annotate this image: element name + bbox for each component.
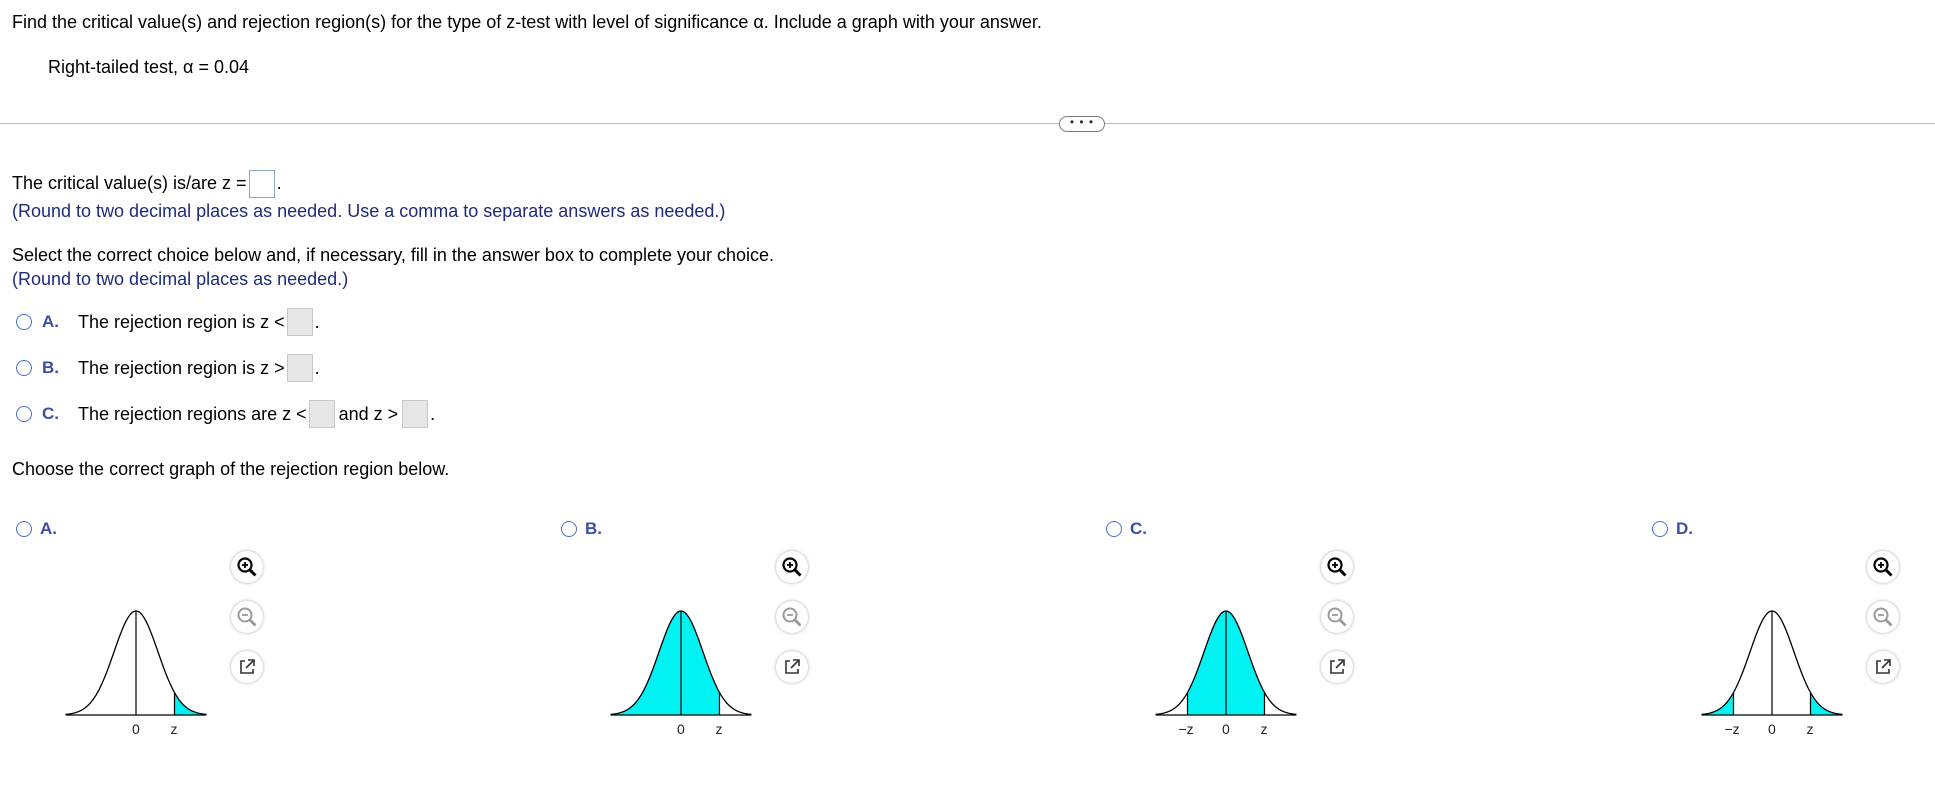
popout-icon [1873,657,1893,677]
graph-letter: B. [585,519,602,538]
graph-option-c[interactable]: C. [1106,519,1147,539]
axis-label: z [715,721,723,737]
rejection-region-shading [1701,692,1734,715]
choice-text-a: The rejection region is z < [78,311,285,332]
question-prompt: Find the critical value(s) and rejection… [12,12,1042,32]
zoom-in-button[interactable] [1867,551,1899,583]
graph-radio-d[interactable] [1652,521,1668,537]
popout-button[interactable] [1321,651,1353,683]
popout-icon [782,657,802,677]
rejection-region-shading [174,692,207,715]
zoom-in-icon [1872,556,1894,578]
axis-label: z [1260,721,1268,737]
axis-label: −z [1724,721,1740,737]
popout-icon [1327,657,1347,677]
rejection-region-shading [610,611,720,715]
critical-value-row: The critical value(s) is/are z =. [12,170,282,198]
normal-curve-graph-d [1701,610,1843,716]
graph-option-b[interactable]: B. [561,519,602,539]
divider [0,123,1935,124]
region-instruction: Select the correct choice below and, if … [12,245,775,265]
radio-a[interactable] [16,314,32,330]
zoom-out-icon [1872,606,1894,628]
zoom-in-button[interactable] [1321,551,1353,583]
popout-icon [237,657,257,677]
zoom-in-button[interactable] [231,551,263,583]
test-description: Right-tailed test, α = 0.04 [48,57,250,77]
region-a-input[interactable] [286,308,313,336]
axis-label: 0 [1222,721,1230,737]
region-c-input-right[interactable] [402,400,429,428]
choice-letter-c: C. [42,404,59,423]
normal-curve-graph-b [610,610,752,716]
critical-value-hint: (Round to two decimal places as needed. … [12,201,726,221]
region-b-input[interactable] [286,354,313,382]
radio-b[interactable] [16,360,32,376]
popout-button[interactable] [1867,651,1899,683]
zoom-out-button[interactable] [1321,601,1353,633]
graph-radio-a[interactable] [16,521,32,537]
normal-curve-graph-a [65,610,207,716]
zoom-in-button[interactable] [776,551,808,583]
region-hint: (Round to two decimal places as needed.) [12,269,349,289]
graph-letter: D. [1676,519,1693,538]
axis-label: z [170,721,178,737]
graph-letter: A. [40,519,57,538]
rejection-region-shading [1810,692,1843,715]
choice-text-b: The rejection region is z > [78,357,285,378]
axis-label: 0 [677,721,685,737]
zoom-out-icon [781,606,803,628]
axis-label: −z [1178,721,1194,737]
region-choice-b[interactable]: B. The rejection region is z > . [16,354,320,382]
critical-value-label: The critical value(s) is/are z = [12,172,247,193]
region-choice-a[interactable]: A. The rejection region is z < . [16,308,320,336]
radio-c[interactable] [16,406,32,422]
choice-text-c-mid: and z > [338,403,399,424]
axis-label: z [1806,721,1814,737]
zoom-in-icon [1326,556,1348,578]
axis-label: 0 [132,721,140,737]
zoom-out-button[interactable] [1867,601,1899,633]
graph-radio-c[interactable] [1106,521,1122,537]
critical-value-input[interactable] [248,170,275,198]
graph-instruction: Choose the correct graph of the rejectio… [12,459,450,479]
graph-option-d[interactable]: D. [1652,519,1693,539]
graph-radio-b[interactable] [561,521,577,537]
graph-option-a[interactable]: A. [16,519,57,539]
popout-button[interactable] [231,651,263,683]
zoom-out-icon [1326,606,1348,628]
zoom-in-icon [781,556,803,578]
more-button[interactable]: • • • [1059,116,1105,132]
zoom-out-icon [236,606,258,628]
choice-letter-b: B. [42,358,59,377]
graph-letter: C. [1130,519,1147,538]
choice-letter-a: A. [42,312,59,331]
choice-text-c-before: The rejection regions are z < [78,403,307,424]
popout-button[interactable] [776,651,808,683]
normal-curve-graph-c [1155,610,1297,716]
axis-label: 0 [1768,721,1776,737]
region-choice-c[interactable]: C. The rejection regions are z < and z >… [16,400,435,428]
zoom-out-button[interactable] [231,601,263,633]
region-c-input-left[interactable] [308,400,335,428]
zoom-out-button[interactable] [776,601,808,633]
zoom-in-icon [236,556,258,578]
